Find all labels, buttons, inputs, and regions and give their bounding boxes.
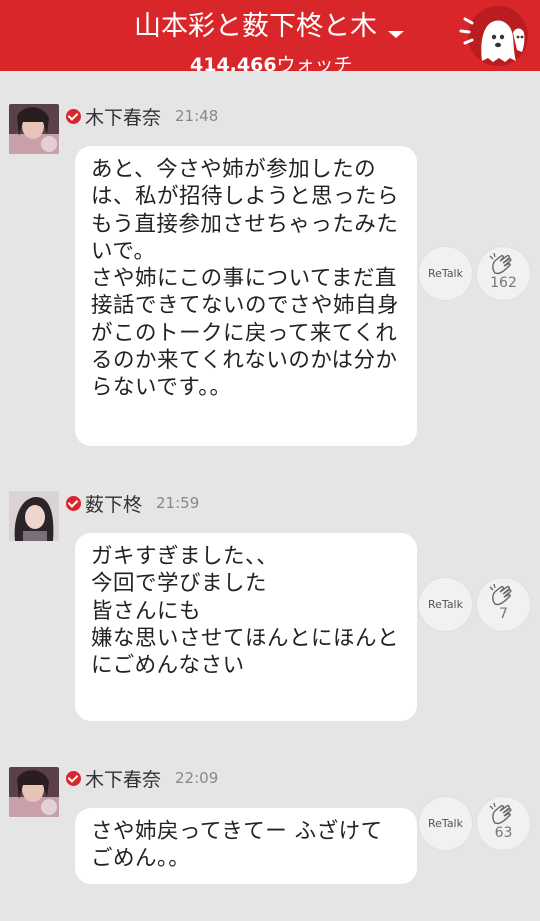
verified-check-icon	[66, 108, 81, 124]
watch-count-value: 414,466	[190, 54, 277, 71]
avatar[interactable]	[9, 491, 59, 541]
message-time: 21:48	[175, 107, 219, 125]
chevron-down-icon[interactable]	[388, 31, 404, 38]
app-header: 山本彩と薮下柊と木 414,466ウォッチ	[0, 0, 540, 71]
verified-check-icon	[66, 495, 81, 511]
clap-button[interactable]: 7	[477, 578, 530, 631]
clap-icon	[489, 803, 512, 825]
avatar[interactable]	[9, 104, 59, 154]
talk-title[interactable]: 山本彩と薮下柊と木	[134, 10, 386, 44]
clap-count: 162	[490, 275, 517, 291]
verified-check-icon	[66, 770, 81, 786]
clap-count: 63	[494, 825, 513, 841]
clap-icon	[489, 253, 512, 275]
sender-name[interactable]: 薮下柊	[85, 490, 142, 517]
ghost-mascot-icon[interactable]	[458, 5, 528, 67]
clap-count: 7	[499, 606, 508, 622]
sender-row: 木下春奈 22:09	[66, 765, 218, 791]
watch-count-label: ウォッチ	[276, 54, 353, 71]
message-time: 21:59	[156, 494, 200, 512]
message-bubble[interactable]: あと、今さや姉が参加したのは、私が招待しようと思ったらもう直接参加させちゃったみ…	[75, 146, 417, 446]
message-bubble[interactable]: ガキすぎました、、 今回で学びました 皆さんにも 嫌な思いさせてほんとにほんとに…	[75, 533, 417, 721]
watch-count: 414,466ウォッチ	[190, 50, 353, 71]
clap-button[interactable]: 63	[477, 797, 530, 850]
sender-name[interactable]: 木下春奈	[85, 765, 161, 792]
message-bubble[interactable]: さや姉戻ってきてー ふざけてごめん。。	[75, 808, 417, 884]
sender-row: 薮下柊 21:59	[66, 490, 199, 516]
avatar[interactable]	[9, 767, 59, 817]
sender-row: 木下春奈 21:48	[66, 103, 218, 129]
clap-icon	[489, 584, 512, 606]
retalk-button[interactable]: ReTalk	[419, 247, 472, 300]
retalk-button[interactable]: ReTalk	[419, 578, 472, 631]
sender-name[interactable]: 木下春奈	[85, 103, 161, 130]
retalk-button[interactable]: ReTalk	[419, 797, 472, 850]
clap-button[interactable]: 162	[477, 247, 530, 300]
message-time: 22:09	[175, 769, 219, 787]
